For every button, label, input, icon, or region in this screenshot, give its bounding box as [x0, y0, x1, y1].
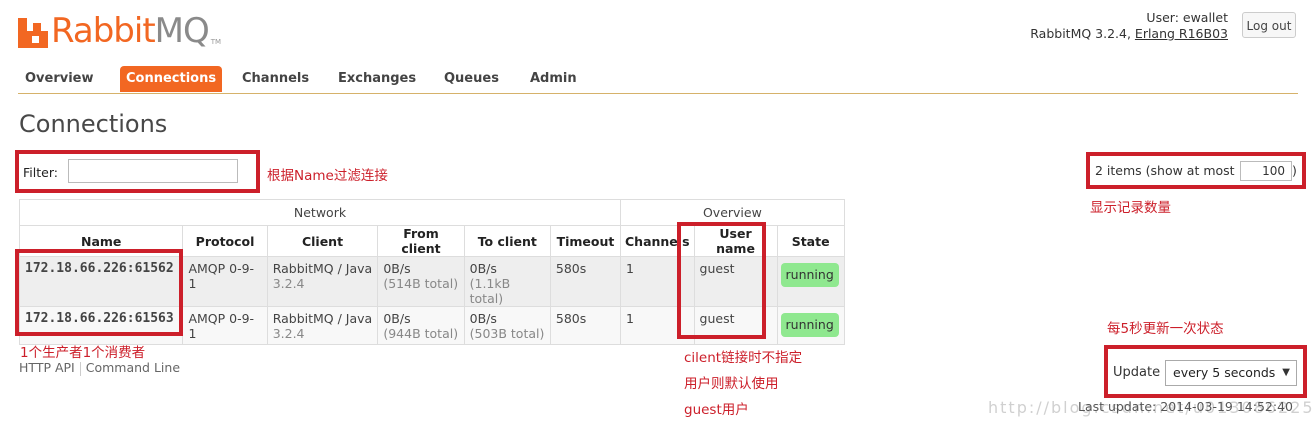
- user-annotation-line-3: guest用户: [684, 402, 749, 418]
- rabbitmq-logo-icon: [18, 18, 48, 48]
- last-update-text: Last update: 2014-03-19 14:52:40: [1078, 399, 1293, 414]
- col-state[interactable]: State: [776, 225, 845, 257]
- page-title: Connections: [19, 110, 168, 138]
- update-label: Update: [1113, 365, 1161, 380]
- items-limit-input[interactable]: 100: [1240, 161, 1292, 181]
- update-annotation: 每5秒更新一次状态: [1107, 321, 1224, 337]
- state-cell: running: [776, 306, 845, 345]
- name-annotation: 1个生产者1个消费者: [20, 345, 146, 361]
- filter-label: Filter:: [23, 165, 58, 180]
- items-annotation: 显示记录数量: [1090, 200, 1171, 216]
- user-annotation-line-1: cilent链接时不指定: [684, 350, 803, 366]
- timeout-cell: 580s: [549, 306, 622, 345]
- items-close-paren: ): [1292, 163, 1297, 178]
- logout-button[interactable]: Log out: [1242, 12, 1296, 38]
- http-api-link[interactable]: HTTP API: [19, 360, 75, 375]
- protocol-cell: AMQP 0-9-1: [182, 306, 268, 345]
- protocol-cell: AMQP 0-9-1: [182, 256, 268, 307]
- from-client-cell: 0B/s (514B total): [377, 256, 465, 307]
- to-client-cell: 0B/s (1.1kB total): [463, 256, 551, 307]
- rabbitmq-logo: RabbitMQ TM: [18, 8, 221, 48]
- timeout-cell: 580s: [549, 256, 622, 307]
- tab-queues[interactable]: Queues: [438, 66, 505, 92]
- col-from-client[interactable]: From client: [377, 225, 465, 257]
- items-count-label: 2 items (show at most: [1095, 163, 1235, 178]
- col-protocol[interactable]: Protocol: [182, 225, 268, 257]
- tab-exchanges[interactable]: Exchanges: [332, 66, 422, 92]
- command-line-link[interactable]: Command Line: [86, 360, 180, 375]
- erlang-link[interactable]: Erlang R16B03: [1135, 26, 1228, 41]
- client-cell: RabbitMQ / Java 3.2.4: [266, 306, 379, 345]
- col-to-client[interactable]: To client: [463, 225, 551, 257]
- tab-connections[interactable]: Connections: [120, 66, 223, 92]
- chevron-down-icon: ▼: [1282, 367, 1290, 378]
- tab-overview[interactable]: Overview: [19, 66, 100, 92]
- name-annotation-box: [15, 249, 183, 336]
- version-info: RabbitMQ 3.2.4, Erlang R16B03: [1030, 26, 1228, 41]
- network-group-header: Network: [19, 199, 621, 226]
- state-badge: running: [780, 263, 839, 287]
- tab-admin[interactable]: Admin: [524, 66, 583, 92]
- state-badge: running: [780, 313, 839, 337]
- to-client-cell: 0B/s (503B total): [463, 306, 551, 345]
- footer-links: HTTP API Command Line: [19, 360, 180, 376]
- filter-input[interactable]: [68, 159, 238, 183]
- logo-trademark: TM: [210, 38, 222, 46]
- filter-annotation: 根据Name过滤连接: [267, 168, 388, 184]
- user-annotation-line-2: 用户则默认使用: [684, 376, 779, 392]
- state-cell: running: [776, 256, 845, 307]
- col-client[interactable]: Client: [266, 225, 379, 257]
- main-nav: Overview Connections Channels Exchanges …: [18, 66, 1298, 94]
- user-name-annotation-box: [677, 222, 766, 339]
- update-interval-select[interactable]: every 5 seconds ▼: [1165, 360, 1297, 386]
- from-client-cell: 0B/s (944B total): [377, 306, 465, 345]
- user-label: User: ewallet: [1146, 10, 1228, 25]
- col-timeout[interactable]: Timeout: [549, 225, 622, 257]
- tab-channels[interactable]: Channels: [236, 66, 315, 92]
- client-cell: RabbitMQ / Java 3.2.4: [266, 256, 379, 307]
- logo-text: RabbitMQ: [51, 11, 210, 51]
- user-info: User: ewallet RabbitMQ 3.2.4, Erlang R16…: [1030, 10, 1228, 42]
